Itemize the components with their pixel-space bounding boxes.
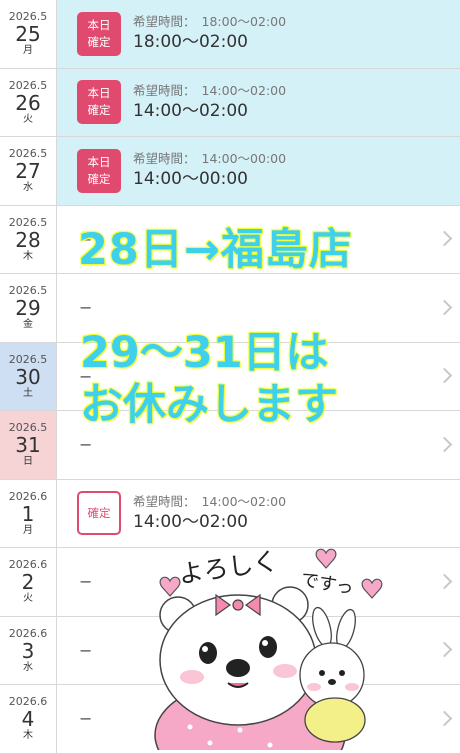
no-shift-dash: − — [79, 709, 93, 729]
date-weekday: 土 — [23, 387, 33, 399]
hope-time: 希望時間： 18:00〜02:00 — [133, 13, 286, 30]
confirmed-time: 14:00〜00:00 — [133, 169, 248, 190]
schedule-row[interactable]: 2026.5 27 水 本日確定 希望時間： 14:00〜00:00 14:00〜… — [0, 137, 460, 206]
badge-line2: 確定 — [87, 34, 111, 49]
schedule-row[interactable]: 2026.5 26 火 本日確定 希望時間： 14:00〜02:00 14:00〜… — [0, 68, 460, 137]
schedule-row[interactable]: 2026.5 25 月 本日確定 希望時間： 18:00〜02:00 18:00〜… — [0, 0, 460, 69]
badge-line2: 確定 — [87, 103, 111, 118]
no-shift-dash: − — [79, 435, 93, 455]
date-cell: 2026.6 3 水 — [0, 616, 57, 684]
date-cell: 2026.5 31 日 — [0, 411, 57, 479]
confirmed-badge: 本日 確定 — [77, 11, 121, 56]
no-shift-dash: − — [79, 572, 93, 592]
confirmed-time: 14:00〜02:00 — [133, 511, 248, 532]
date-weekday: 金 — [23, 319, 33, 331]
date-cell: 2026.5 26 火 — [0, 68, 57, 136]
date-year-month: 2026.6 — [8, 626, 48, 640]
date-weekday: 月 — [23, 45, 33, 57]
sticker-text-yoroshiku: よろしく — [177, 546, 280, 589]
date-day: 26 — [15, 90, 41, 115]
shift-times: 希望時間： 14:00〜02:00 14:00〜02:00 — [133, 82, 286, 123]
date-cell: 2026.5 25 月 — [0, 0, 57, 68]
no-shift-dash: − — [79, 298, 93, 318]
date-day: 1 — [21, 501, 35, 526]
date-cell: 2026.6 4 木 — [0, 685, 57, 753]
shift-times: 希望時間： 14:00〜02:00 14:00〜02:00 — [133, 493, 286, 534]
date-cell: 2026.5 30 土 — [0, 342, 57, 410]
date-weekday: 月 — [23, 524, 33, 536]
heart-icon — [315, 548, 337, 569]
badge-line1: 本日 — [87, 86, 111, 101]
date-weekday: 火 — [23, 593, 33, 605]
overlay-text-holiday: 29〜31日は お休みします — [79, 327, 338, 431]
date-year-month: 2026.5 — [8, 78, 48, 92]
shift-times: 希望時間： 14:00〜00:00 14:00〜00:00 — [133, 150, 286, 191]
shift-times: 希望時間： 18:00〜02:00 18:00〜02:00 — [133, 13, 286, 54]
date-weekday: 水 — [23, 182, 33, 194]
schedule-row[interactable]: 2026.6 1 月 確定 希望時間： 14:00〜02:00 14:00〜02:… — [0, 479, 460, 548]
confirmed-time: 14:00〜02:00 — [133, 100, 248, 121]
date-weekday: 火 — [23, 113, 33, 125]
no-shift-dash: − — [79, 640, 93, 660]
date-day: 29 — [15, 296, 41, 321]
hope-time-label: 希望時間： — [133, 151, 196, 167]
hope-time-label: 希望時間： — [133, 14, 196, 30]
chevron-right-icon[interactable] — [436, 367, 453, 384]
badge-line1: 確定 — [87, 505, 111, 520]
date-day: 25 — [15, 22, 41, 47]
hope-time-label: 希望時間： — [133, 493, 196, 509]
date-weekday: 水 — [23, 661, 33, 673]
heart-icon — [361, 578, 383, 599]
date-day: 31 — [15, 433, 41, 458]
date-day: 28 — [15, 227, 41, 252]
date-weekday: 日 — [23, 456, 33, 468]
overlay-text-store: 28日→福島店 — [77, 224, 353, 275]
date-cell: 2026.5 29 金 — [0, 274, 57, 342]
sticker-text-desu: ですっ — [299, 569, 355, 599]
date-year-month: 2026.5 — [8, 215, 48, 229]
confirmed-badge: 本日 確定 — [77, 80, 121, 125]
date-day: 3 — [21, 638, 35, 663]
shift-cell: 本日確定 希望時間： 18:00〜02:00 18:00〜02:00 — [57, 0, 460, 68]
date-weekday: 木 — [23, 250, 33, 262]
hope-time: 希望時間： 14:00〜00:00 — [133, 150, 286, 167]
bear-sticker: よろしく ですっ — [154, 546, 383, 750]
hope-time-value: 18:00〜02:00 — [201, 14, 287, 30]
date-cell: 2026.5 28 木 — [0, 205, 57, 273]
chevron-right-icon[interactable] — [436, 230, 453, 247]
overlay-text-holiday-line1: 29〜31日は — [79, 327, 329, 378]
confirmed-time: 18:00〜02:00 — [133, 32, 248, 53]
chevron-right-icon[interactable] — [436, 299, 453, 316]
hope-time-value: 14:00〜02:00 — [201, 82, 287, 98]
date-day: 30 — [15, 364, 41, 389]
confirmed-badge: 確定 — [77, 491, 121, 536]
chevron-right-icon[interactable] — [436, 436, 453, 453]
shift-cell: 本日確定 希望時間： 14:00〜02:00 14:00〜02:00 — [57, 68, 460, 136]
hope-time-value: 14:00〜02:00 — [201, 493, 287, 509]
confirmed-badge: 本日 確定 — [77, 148, 121, 193]
hope-time: 希望時間： 14:00〜02:00 — [133, 493, 286, 510]
date-cell: 2026.5 27 水 — [0, 137, 57, 205]
badge-line1: 本日 — [87, 17, 111, 32]
date-day: 2 — [21, 570, 35, 595]
hope-time: 希望時間： 14:00〜02:00 — [133, 82, 286, 99]
date-year-month: 2026.5 — [8, 352, 48, 366]
hope-time-label: 希望時間： — [133, 82, 196, 98]
overlay-text-holiday-line2: お休みします — [79, 379, 338, 430]
shift-cell: 本日確定 希望時間： 14:00〜00:00 14:00〜00:00 — [57, 137, 460, 205]
date-cell: 2026.6 1 月 — [0, 479, 57, 547]
date-day: 4 — [21, 707, 35, 732]
shift-cell: 確定 希望時間： 14:00〜02:00 14:00〜02:00 — [57, 480, 460, 548]
date-cell: 2026.6 2 火 — [0, 548, 57, 616]
date-day: 27 — [15, 159, 41, 184]
heart-icon — [159, 576, 181, 597]
date-weekday: 木 — [23, 730, 33, 742]
badge-line2: 確定 — [87, 171, 111, 186]
badge-line1: 本日 — [87, 154, 111, 169]
hope-time-value: 14:00〜00:00 — [201, 151, 287, 167]
date-year-month: 2026.6 — [8, 489, 48, 503]
